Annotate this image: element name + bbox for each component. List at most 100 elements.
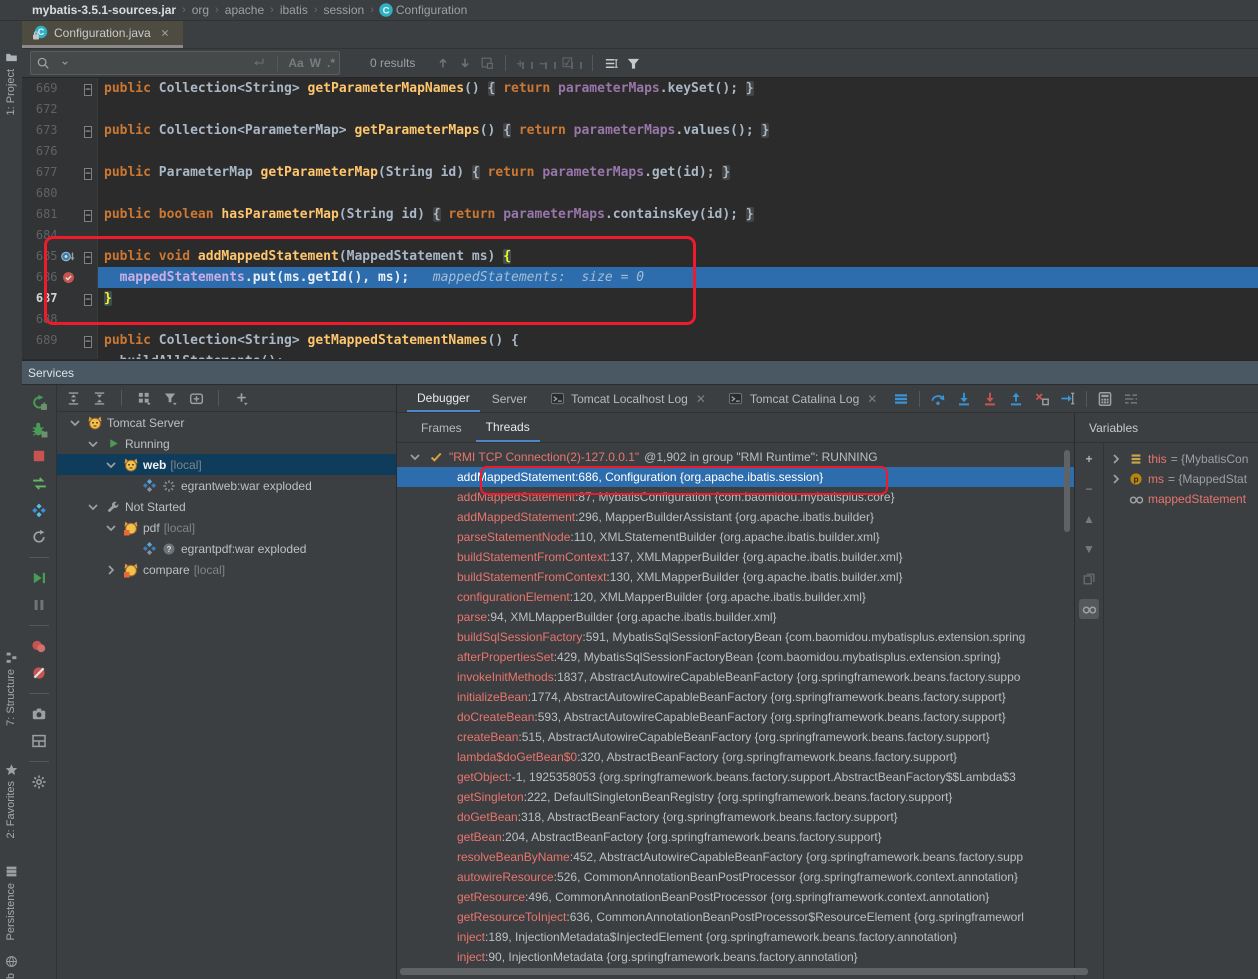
- whole-words-toggle[interactable]: W: [310, 56, 321, 70]
- breadcrumb-item[interactable]: org: [192, 3, 209, 17]
- stack-frame-row[interactable]: autowireResource:526, CommonAnnotationBe…: [397, 867, 1074, 887]
- update-app-icon[interactable]: [30, 474, 48, 492]
- stack-frame-row[interactable]: parseStatementNode:110, XMLStatementBuil…: [397, 527, 1074, 547]
- chevron-down-icon[interactable]: [85, 436, 101, 452]
- pause-icon[interactable]: [30, 596, 48, 614]
- chevron-down-icon[interactable]: [103, 520, 119, 536]
- move-up-icon[interactable]: ▲: [1079, 509, 1099, 529]
- stack-frame-row[interactable]: configurationElement:120, XMLMapperBuild…: [397, 587, 1074, 607]
- collapse-all-icon[interactable]: [91, 390, 107, 406]
- thread-row[interactable]: "RMI TCP Connection(2)-127.0.0.1"@1,902 …: [397, 447, 1074, 467]
- refresh-icon[interactable]: [30, 528, 48, 546]
- stack-frame-row[interactable]: buildSqlSessionFactory:591, MybatisSqlSe…: [397, 627, 1074, 647]
- chevron-down-icon[interactable]: [85, 499, 101, 515]
- debugger-tab-tomcat-localhost-log[interactable]: Tomcat Localhost Log✕: [539, 385, 716, 412]
- fold-marker-icon[interactable]: −: [84, 330, 91, 351]
- subtab-frames[interactable]: Frames: [411, 413, 472, 442]
- chevron-right-icon[interactable]: [1108, 451, 1124, 467]
- stack-frame-row[interactable]: addMappedStatement:87, MybatisConfigurat…: [397, 487, 1074, 507]
- services-panel-header[interactable]: Services: [22, 361, 1258, 385]
- code-line-680[interactable]: 680: [22, 183, 1258, 204]
- funnel-icon[interactable]: [625, 55, 641, 71]
- frames-vertical-scrollbar[interactable]: [1064, 450, 1070, 532]
- variable-row-mappedStatement[interactable]: mappedStatement: [1104, 489, 1258, 509]
- code-line-685[interactable]: 685−public void addMappedStatement(Mappe…: [22, 246, 1258, 267]
- move-down-icon[interactable]: ▼: [1079, 539, 1099, 559]
- code-line-687[interactable]: 687−}: [22, 288, 1258, 309]
- code-line-677[interactable]: 677−public ParameterMap getParameterMap(…: [22, 162, 1258, 183]
- stack-frame-row[interactable]: inject:189, InjectionMetadata$InjectedEl…: [397, 927, 1074, 947]
- view-breakpoints-icon[interactable]: [30, 637, 48, 655]
- fold-marker-icon[interactable]: −: [84, 78, 91, 99]
- stack-frame-row[interactable]: addMappedStatement:686, Configuration {o…: [397, 467, 1074, 487]
- stack-frame-row[interactable]: doCreateBean:593, AbstractAutowireCapabl…: [397, 707, 1074, 727]
- stack-frame-row[interactable]: inject:90, InjectionMetadata {org.spring…: [397, 947, 1074, 967]
- chevron-right-icon[interactable]: [1108, 471, 1124, 487]
- enter-arrow-icon[interactable]: [251, 55, 267, 71]
- stack-frame-row[interactable]: lambda$doGetBean$0:320, AbstractBeanFact…: [397, 747, 1074, 767]
- code-line-688[interactable]: 688: [22, 309, 1258, 330]
- breadcrumb-item[interactable]: ibatis: [280, 3, 308, 17]
- services-tree-item-egrantpdf-war-exploded[interactable]: ?egrantpdf:war exploded: [57, 538, 396, 559]
- duplicate-icon[interactable]: [1079, 569, 1099, 589]
- tool-window-button--project[interactable]: 1: Project: [0, 49, 22, 141]
- debugger-tab-tomcat-catalina-log[interactable]: Tomcat Catalina Log✕: [718, 385, 887, 412]
- stack-frame-row[interactable]: addMappedStatement:296, MapperBuilderAss…: [397, 507, 1074, 527]
- fold-marker-icon[interactable]: −: [84, 246, 91, 267]
- resume-icon[interactable]: [30, 569, 48, 587]
- breadcrumb-item[interactable]: session: [324, 3, 365, 17]
- threads-list[interactable]: "RMI TCP Connection(2)-127.0.0.1"@1,902 …: [397, 443, 1074, 979]
- stack-frame-row[interactable]: buildStatementFromContext:130, XMLMapper…: [397, 567, 1074, 587]
- match-case-toggle[interactable]: Aa: [288, 56, 303, 70]
- rerun-icon[interactable]: [30, 393, 48, 411]
- fold-marker-icon[interactable]: −: [84, 288, 91, 309]
- debugger-tab-debugger[interactable]: Debugger: [407, 385, 480, 412]
- stack-frame-row[interactable]: getBean:204, AbstractBeanFactory {org.sp…: [397, 827, 1074, 847]
- code-line-684[interactable]: 684: [22, 225, 1258, 246]
- close-icon[interactable]: ✕: [696, 392, 706, 406]
- tool-window-button--structure[interactable]: 7: Structure: [0, 649, 22, 741]
- remove-watch-icon[interactable]: −: [1079, 479, 1099, 499]
- layout-icon[interactable]: [30, 732, 48, 750]
- fold-marker-icon[interactable]: −: [84, 120, 91, 141]
- variable-row-this[interactable]: this = {MybatisCon: [1104, 449, 1258, 469]
- stack-frame-row[interactable]: getResource:496, CommonAnnotationBeanPos…: [397, 887, 1074, 907]
- show-watches-glasses-icon[interactable]: [1079, 599, 1099, 619]
- step-out-icon[interactable]: [1008, 391, 1024, 407]
- stack-frame-row[interactable]: resolveBeanByName:452, AbstractAutowireC…: [397, 847, 1074, 867]
- drop-frame-icon[interactable]: [1034, 391, 1050, 407]
- services-tree-item-pdf[interactable]: pdf [local]: [57, 517, 396, 538]
- group-by-icon[interactable]: [136, 390, 152, 406]
- filter-funnel-icon[interactable]: [162, 390, 178, 406]
- variables-list[interactable]: this = {MybatisConpms = {MappedStatmappe…: [1104, 443, 1258, 979]
- breadcrumb-item[interactable]: mybatis-3.5.1-sources.jar: [32, 3, 176, 17]
- chevron-down-icon[interactable]: [57, 55, 73, 71]
- stack-frame-row[interactable]: createBean:515, AbstractAutowireCapableB…: [397, 727, 1074, 747]
- services-tree-item-egrantweb-war-exploded[interactable]: egrantweb:war exploded: [57, 475, 396, 496]
- thread-dump-camera-icon[interactable]: [30, 705, 48, 723]
- stack-frame-row[interactable]: afterPropertiesSet:429, MybatisSqlSessio…: [397, 647, 1074, 667]
- stack-frame-row[interactable]: getSingleton:222, DefaultSingletonBeanRe…: [397, 787, 1074, 807]
- settings-gear-icon[interactable]: [30, 773, 48, 791]
- step-over-icon[interactable]: [930, 391, 946, 407]
- breadcrumb[interactable]: mybatis-3.5.1-sources.jar›org›apache›iba…: [0, 0, 1258, 21]
- chevron-down-icon[interactable]: [103, 457, 119, 473]
- code-line-689[interactable]: 689−public Collection<String> getMappedS…: [22, 330, 1258, 351]
- open-in-editor-icon[interactable]: [479, 55, 495, 71]
- layout-settings-icon[interactable]: [1123, 391, 1139, 407]
- search-input[interactable]: Aa W .*: [30, 51, 340, 75]
- force-step-into-icon[interactable]: [982, 391, 998, 407]
- stop-icon[interactable]: [30, 447, 48, 465]
- breadcrumb-item[interactable]: apache: [225, 3, 264, 17]
- code-line-686[interactable]: 686 mappedStatements.put(ms.getId(), ms)…: [22, 267, 1258, 288]
- expand-all-icon[interactable]: [65, 390, 81, 406]
- fold-marker-icon[interactable]: −: [84, 162, 91, 183]
- breadcrumb-item[interactable]: Configuration: [396, 3, 467, 17]
- stack-frame-row[interactable]: getResourceToInject:636, CommonAnnotatio…: [397, 907, 1074, 927]
- stack-frame-row[interactable]: parse:94, XMLMapperBuilder {org.apache.i…: [397, 607, 1074, 627]
- code-line-673[interactable]: 673−public Collection<ParameterMap> getP…: [22, 120, 1258, 141]
- arrow-down-icon[interactable]: [457, 55, 473, 71]
- fold-marker-icon[interactable]: −: [84, 204, 91, 225]
- subtab-threads[interactable]: Threads: [476, 413, 540, 442]
- stack-frame-row[interactable]: initializeBean:1774, AbstractAutowireCap…: [397, 687, 1074, 707]
